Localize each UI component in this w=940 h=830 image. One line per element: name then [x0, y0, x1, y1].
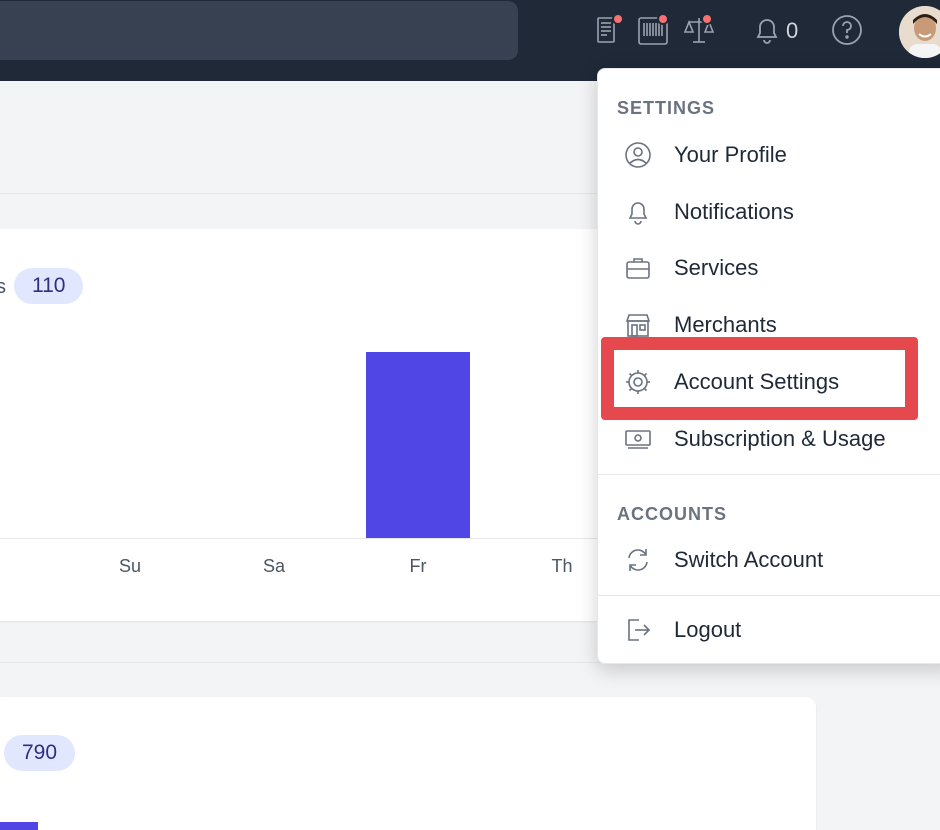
- accounts-section-title: ACCOUNTS: [617, 504, 727, 524]
- alert-dot: [701, 13, 713, 25]
- scale-icon[interactable]: [681, 12, 717, 48]
- chart-card-2: [0, 697, 816, 830]
- settings-section-title: SETTINGS: [617, 98, 716, 118]
- store-icon: [624, 311, 652, 339]
- chart-title-fragment: s: [0, 276, 6, 298]
- menu-item-switch-account[interactable]: Switch Account: [598, 535, 940, 583]
- briefcase-icon: [624, 254, 652, 282]
- menu-item-label: Notifications: [674, 199, 794, 224]
- total-badge-2: 790: [4, 735, 76, 771]
- cash-icon: [624, 425, 652, 453]
- bar: [0, 822, 38, 830]
- x-tick-label: Su: [118, 556, 142, 576]
- bell-icon[interactable]: [749, 12, 785, 48]
- bell-icon: [624, 198, 652, 226]
- logout-icon: [624, 616, 652, 644]
- switch-account-label: Switch Account: [674, 547, 824, 572]
- notification-count: 0: [786, 18, 799, 43]
- menu-item-your-profile[interactable]: Your Profile: [598, 130, 940, 178]
- menu-item-subscription-usage[interactable]: Subscription & Usage: [598, 414, 940, 462]
- alert-dot: [612, 13, 624, 25]
- bar: [366, 351, 470, 538]
- menu-item-label: Merchants: [674, 312, 777, 337]
- logout-label: Logout: [674, 617, 742, 642]
- help-icon[interactable]: [829, 12, 865, 48]
- menu-item-label: Your Profile: [674, 142, 787, 167]
- total-badge: 110: [14, 268, 84, 304]
- menu-divider: [598, 595, 940, 596]
- menu-divider: [598, 474, 940, 475]
- x-tick-label: Sa: [262, 556, 286, 576]
- menu-item-label: Services: [674, 255, 759, 280]
- refresh-icon: [624, 546, 652, 574]
- menu-item-services[interactable]: Services: [598, 243, 940, 291]
- barcode-list-icon[interactable]: [591, 12, 627, 48]
- x-tick-label: Fr: [409, 556, 427, 576]
- user-circle-icon: [624, 141, 652, 169]
- search-bar[interactable]: [0, 1, 518, 60]
- x-axis: [0, 538, 612, 539]
- chart-card: [0, 229, 612, 621]
- avatar[interactable]: [899, 6, 940, 58]
- highlight-annotation: [601, 337, 918, 420]
- menu-item-notifications[interactable]: Notifications: [598, 187, 940, 235]
- alert-dot: [657, 13, 669, 25]
- menu-item-label: Subscription & Usage: [674, 426, 886, 451]
- menu-item-logout[interactable]: Logout: [598, 605, 940, 653]
- barcode-icon[interactable]: [636, 12, 672, 48]
- x-tick-label: Th: [551, 556, 573, 576]
